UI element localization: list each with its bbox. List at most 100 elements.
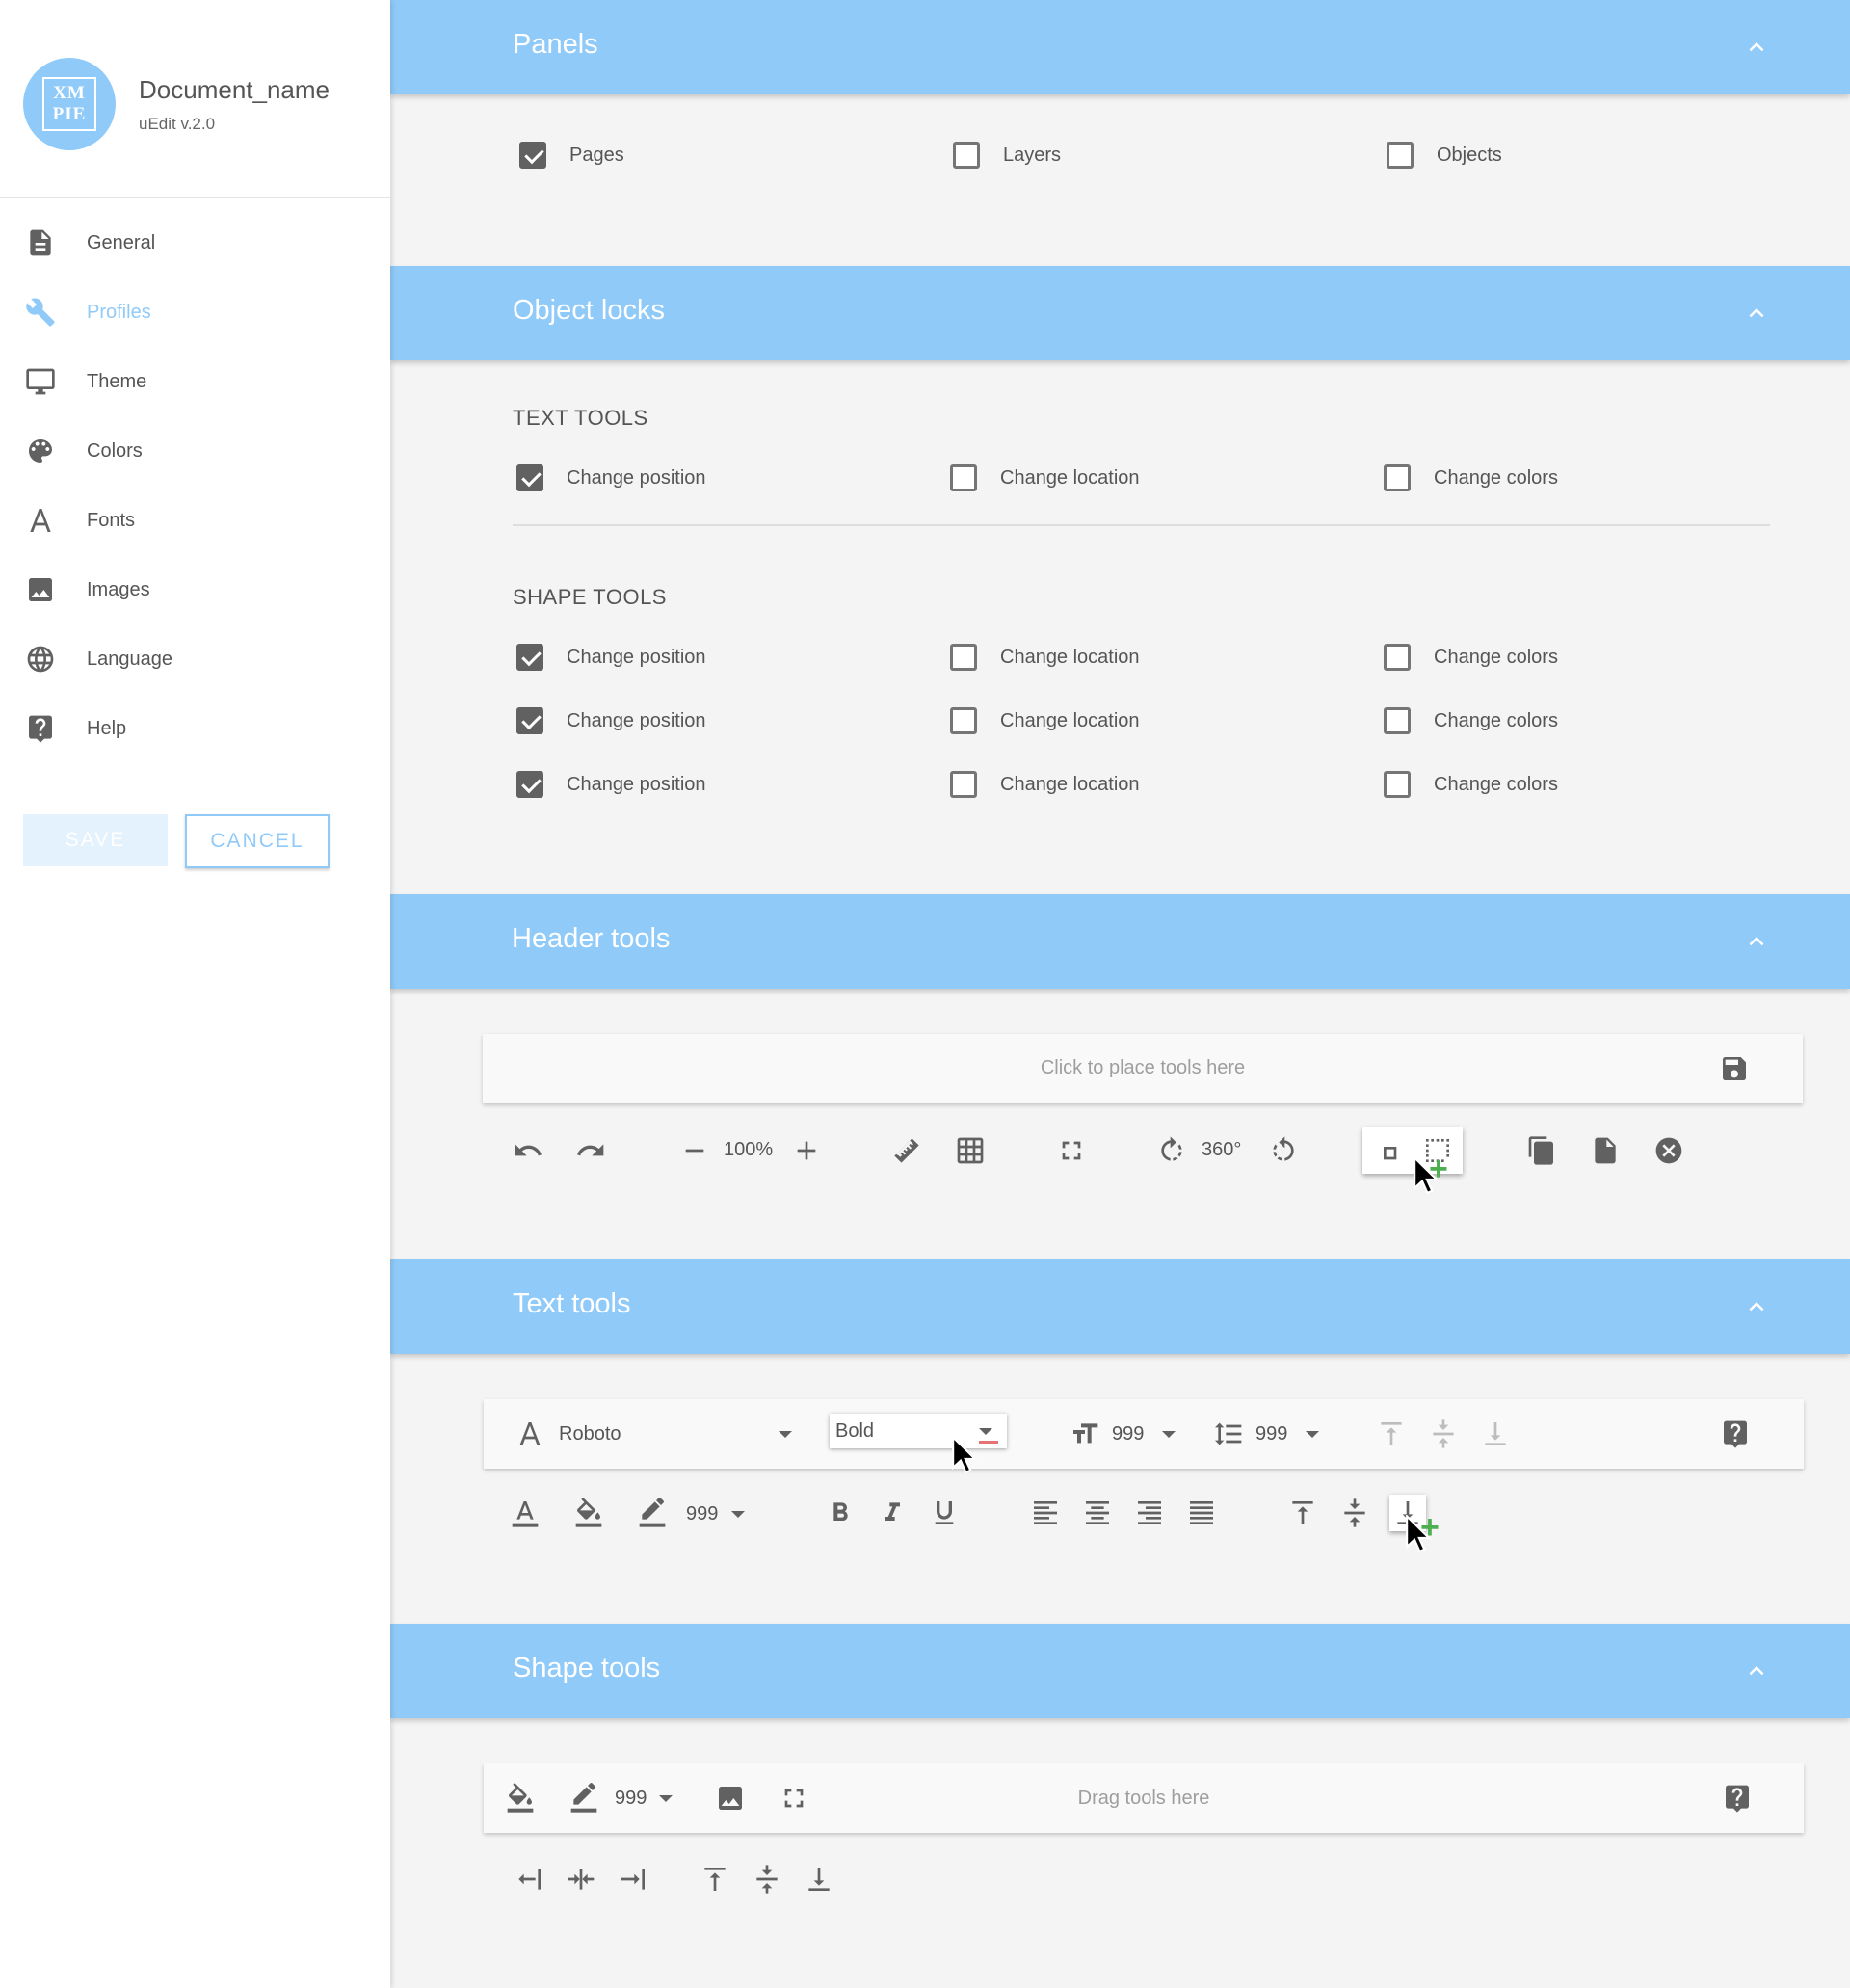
underline-icon[interactable] <box>927 1496 962 1530</box>
redo-icon[interactable] <box>573 1133 608 1168</box>
shape-tools-section-header[interactable]: Shape tools <box>390 1624 1850 1718</box>
text-lock-change-colors[interactable]: Change colors <box>1384 461 1558 495</box>
checkbox[interactable] <box>953 142 980 169</box>
align-left-icon[interactable] <box>1028 1496 1063 1530</box>
vertical-align-center-icon[interactable] <box>1426 1417 1461 1451</box>
checkbox[interactable] <box>950 771 977 798</box>
align-right-icon[interactable] <box>1132 1496 1167 1530</box>
shape-lock-change-position[interactable]: Change position <box>516 703 706 738</box>
save-button[interactable]: SAVE <box>23 814 168 866</box>
panels-section-header[interactable]: Panels <box>390 0 1850 94</box>
stroke-color-icon[interactable] <box>635 1496 670 1530</box>
panel-option-layers[interactable]: Layers <box>953 138 1061 172</box>
text-tools-section-header[interactable]: Text tools <box>390 1259 1850 1354</box>
align-bottom-edge-icon[interactable] <box>802 1862 836 1896</box>
checkbox[interactable] <box>1384 644 1411 671</box>
rotate-right-icon[interactable] <box>1154 1133 1189 1168</box>
copy-icon[interactable] <box>1524 1133 1559 1168</box>
line-height-value[interactable]: 999 <box>1255 1423 1287 1445</box>
checkbox[interactable] <box>950 464 977 491</box>
panel-option-objects[interactable]: Objects <box>1387 138 1502 172</box>
align-right-edge-icon[interactable] <box>616 1862 650 1896</box>
align-center-icon[interactable] <box>1080 1496 1115 1530</box>
shape-tools-dropzone[interactable]: 999 Drag tools here <box>484 1763 1804 1833</box>
shape-lock-change-location[interactable]: Change location <box>950 640 1140 675</box>
bold-icon[interactable] <box>823 1496 858 1530</box>
undo-icon[interactable] <box>511 1133 545 1168</box>
panel-option-pages[interactable]: Pages <box>519 138 624 172</box>
shape-lock-change-colors[interactable]: Change colors <box>1384 640 1558 675</box>
text-lock-change-position[interactable]: Change position <box>516 461 706 495</box>
line-height-caret-icon[interactable] <box>1306 1431 1319 1438</box>
help-icon[interactable] <box>1718 1417 1753 1451</box>
save-icon[interactable] <box>1717 1051 1752 1086</box>
sidebar-item-theme[interactable]: Theme <box>0 347 390 416</box>
checkbox[interactable] <box>516 707 543 734</box>
align-left-edge-icon[interactable] <box>512 1862 546 1896</box>
sidebar-item-general[interactable]: General <box>0 208 390 278</box>
vertical-align-bottom-icon[interactable] <box>1478 1417 1513 1451</box>
ruler-icon[interactable] <box>889 1133 924 1168</box>
checkbox[interactable] <box>1387 142 1414 169</box>
align-vertical-center-icon[interactable] <box>750 1862 784 1896</box>
font-size-value[interactable]: 999 <box>1112 1423 1144 1445</box>
section-title: Shape tools <box>513 1653 661 1683</box>
checkbox[interactable] <box>516 464 543 491</box>
sidebar-item-colors[interactable]: Colors <box>0 416 390 486</box>
shape-lock-change-colors[interactable]: Change colors <box>1384 767 1558 802</box>
fill-color-icon[interactable] <box>571 1496 606 1530</box>
checkbox[interactable] <box>519 142 546 169</box>
shape-lock-change-position[interactable]: Change position <box>516 640 706 675</box>
italic-icon[interactable] <box>875 1496 910 1530</box>
zoom-out-icon[interactable] <box>677 1133 712 1168</box>
align-top-edge-icon[interactable] <box>698 1862 732 1896</box>
sidebar-item-profiles[interactable]: Profiles <box>0 278 390 347</box>
object-locks-section-header[interactable]: Object locks <box>390 266 1850 360</box>
chevron-up-icon[interactable] <box>1742 1657 1771 1685</box>
text-color-icon[interactable] <box>508 1496 542 1530</box>
font-weight-select[interactable]: Bold <box>830 1414 1007 1448</box>
checkbox[interactable] <box>950 644 977 671</box>
checkbox[interactable] <box>950 707 977 734</box>
sidebar-item-language[interactable]: Language <box>0 624 390 694</box>
vertical-align-top-icon[interactable] <box>1285 1496 1320 1530</box>
vertical-align-center-icon[interactable] <box>1337 1496 1372 1530</box>
sidebar-item-images[interactable]: Images <box>0 555 390 624</box>
text-tools-dropzone[interactable]: Roboto 999 999 <box>484 1399 1804 1469</box>
header-tools-section-header[interactable]: Header tools <box>390 894 1850 989</box>
text-lock-change-location[interactable]: Change location <box>950 461 1140 495</box>
chevron-up-icon[interactable] <box>1742 33 1771 62</box>
font-weight-caret-icon[interactable] <box>979 1428 992 1435</box>
help-icon[interactable] <box>1720 1781 1755 1816</box>
chevron-up-icon[interactable] <box>1742 927 1771 956</box>
shape-lock-change-colors[interactable]: Change colors <box>1384 703 1558 738</box>
page-icon[interactable] <box>1588 1133 1623 1168</box>
chevron-up-icon[interactable] <box>1742 1292 1771 1321</box>
stroke-width-value[interactable]: 999 <box>686 1503 718 1525</box>
vertical-align-top-icon[interactable] <box>1374 1417 1409 1451</box>
chevron-up-icon[interactable] <box>1742 299 1771 328</box>
cancel-button[interactable]: CANCEL <box>185 814 330 868</box>
shape-lock-change-location[interactable]: Change location <box>950 703 1140 738</box>
align-justify-icon[interactable] <box>1184 1496 1219 1530</box>
checkbox[interactable] <box>1384 464 1411 491</box>
sidebar-item-help[interactable]: Help <box>0 694 390 763</box>
sidebar-item-fonts[interactable]: Fonts <box>0 486 390 555</box>
font-family-select[interactable]: Roboto <box>559 1423 621 1445</box>
fullscreen-icon[interactable] <box>1054 1133 1089 1168</box>
rotate-left-icon[interactable] <box>1266 1133 1301 1168</box>
checkbox[interactable] <box>516 771 543 798</box>
checkbox[interactable] <box>1384 771 1411 798</box>
zoom-in-icon[interactable] <box>789 1133 824 1168</box>
checkbox[interactable] <box>516 644 543 671</box>
header-tools-dropzone[interactable]: Click to place tools here <box>483 1034 1803 1103</box>
checkbox[interactable] <box>1384 707 1411 734</box>
close-circle-icon[interactable] <box>1652 1133 1686 1168</box>
shape-lock-change-position[interactable]: Change position <box>516 767 706 802</box>
shape-lock-change-location[interactable]: Change location <box>950 767 1140 802</box>
font-family-caret-icon[interactable] <box>779 1431 792 1438</box>
font-size-caret-icon[interactable] <box>1162 1431 1176 1438</box>
stroke-width-caret-icon[interactable] <box>731 1511 745 1518</box>
align-horizontal-center-icon[interactable] <box>564 1862 598 1896</box>
grid-icon[interactable] <box>953 1133 988 1168</box>
